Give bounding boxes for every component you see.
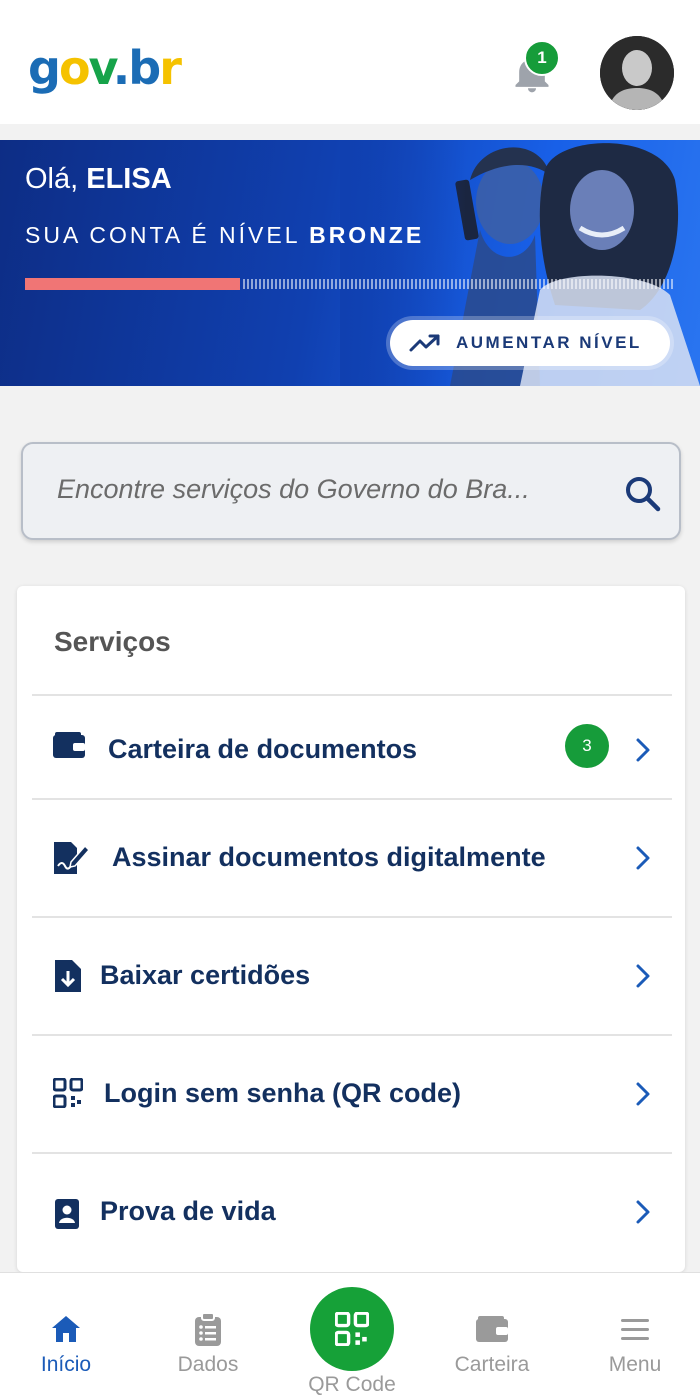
home-icon <box>52 1316 80 1342</box>
chevron-right-icon <box>636 846 650 870</box>
services-card: Serviços Carteira de documentos 3 Assina… <box>17 586 685 1272</box>
chevron-right-icon <box>636 1200 650 1224</box>
service-item-label: Login sem senha (QR code) <box>104 1078 462 1108</box>
bottom-navigation: Início Dados QR Code Carteira Menu <box>0 1272 700 1400</box>
service-item-label: Assinar documentos digitalmente <box>112 842 546 872</box>
qr-code-icon <box>53 1078 83 1108</box>
id-badge-icon <box>55 1199 79 1229</box>
level-progress-remaining <box>243 279 675 289</box>
greeting-text: Olá, ELISA <box>25 160 172 198</box>
service-item-download-certificates[interactable]: Baixar certidões <box>17 918 685 1028</box>
nav-label: Dados <box>177 1353 239 1376</box>
nav-item-menu[interactable]: Menu <box>575 1273 695 1400</box>
nav-item-qr-code-button[interactable] <box>310 1287 394 1371</box>
nav-label: Início <box>40 1353 92 1376</box>
greeting-prefix: Olá, <box>25 163 87 195</box>
level-name: BRONZE <box>309 222 425 248</box>
logo-letter-v: v <box>88 41 115 95</box>
clipboard-icon <box>195 1312 221 1346</box>
logo-letter-o: o <box>58 41 91 95</box>
sign-document-icon <box>54 842 91 874</box>
services-search-box[interactable]: Encontre serviços do Governo do Bra... <box>21 442 681 540</box>
nav-label: Menu <box>608 1353 662 1376</box>
nav-item-carteira[interactable]: Carteira <box>432 1273 552 1400</box>
user-silhouette-icon <box>600 36 674 110</box>
logo-dot: . <box>112 41 131 95</box>
nav-item-dados[interactable]: Dados <box>148 1273 268 1400</box>
wallet-icon <box>476 1316 508 1342</box>
service-item-label: Carteira de documentos <box>108 734 418 764</box>
service-item-qr-login[interactable]: Login sem senha (QR code) <box>17 1036 685 1146</box>
level-progress-bar <box>25 278 675 290</box>
logo-letter-g: g <box>28 41 61 95</box>
account-level-banner: Olá, ELISA SUA CONTA É NÍVEL BRONZE AUME… <box>0 140 700 386</box>
account-level-text: SUA CONTA É NÍVEL BRONZE <box>25 220 424 250</box>
nav-label: QR Code <box>308 1373 396 1396</box>
service-item-wallet[interactable]: Carteira de documentos 3 <box>17 696 685 806</box>
service-item-sign-documents[interactable]: Assinar documentos digitalmente <box>17 800 685 910</box>
level-progress-fill <box>25 278 240 290</box>
service-item-label: Prova de vida <box>100 1196 276 1226</box>
chevron-right-icon <box>636 738 650 762</box>
qr-code-icon <box>335 1312 369 1346</box>
logo-letter-b: b <box>128 41 161 95</box>
service-item-label: Baixar certidões <box>100 960 311 990</box>
trending-up-icon <box>409 334 440 352</box>
menu-icon <box>621 1319 649 1340</box>
increase-level-label: AUMENTAR NÍVEL <box>456 333 642 352</box>
app-header: gov.br 1 <box>0 0 700 124</box>
user-name: ELISA <box>86 163 172 195</box>
chevron-right-icon <box>636 964 650 988</box>
download-file-icon <box>55 960 81 992</box>
level-prefix: SUA CONTA É NÍVEL <box>25 222 310 248</box>
avatar[interactable] <box>600 36 674 110</box>
gov-br-logo[interactable]: gov.br <box>28 38 182 98</box>
search-icon[interactable] <box>623 474 663 514</box>
search-input[interactable]: Encontre serviços do Governo do Bra... <box>57 474 530 505</box>
nav-label: Carteira <box>454 1353 530 1376</box>
nav-item-inicio[interactable]: Início <box>6 1273 126 1400</box>
wallet-icon <box>53 732 85 758</box>
logo-letter-r: r <box>159 41 182 95</box>
service-item-proof-of-life[interactable]: Prova de vida <box>17 1154 685 1264</box>
document-count-badge: 3 <box>565 724 609 768</box>
increase-level-button[interactable]: AUMENTAR NÍVEL <box>390 320 670 366</box>
notification-count-badge: 1 <box>524 40 560 76</box>
services-title: Serviços <box>54 626 171 657</box>
chevron-right-icon <box>636 1082 650 1106</box>
